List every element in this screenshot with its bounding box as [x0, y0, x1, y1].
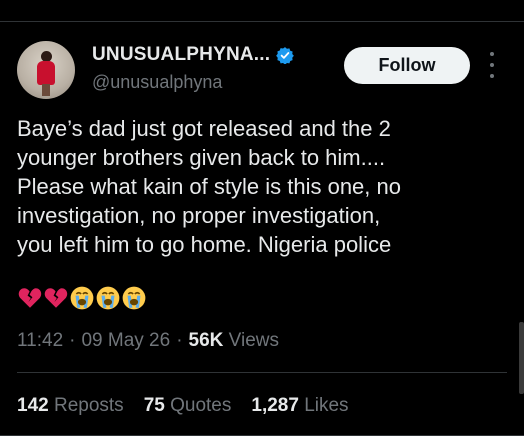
tweet-text: Baye’s dad just got released and the 2 y… [17, 116, 401, 257]
meta-separator: · [69, 330, 76, 351]
crying-face-icon [122, 286, 146, 310]
tweet-date[interactable]: 09 May 26 [81, 330, 170, 352]
likes-label: Likes [304, 395, 349, 416]
broken-heart-icon [44, 288, 68, 308]
likes-stat[interactable]: 1,287 Likes [251, 395, 348, 417]
verified-badge-icon [276, 47, 295, 64]
author-handle[interactable]: @unusualphyna [92, 72, 222, 93]
top-divider [0, 21, 524, 22]
crying-face-icon [70, 286, 94, 310]
views-stat[interactable]: 56K Views [189, 330, 279, 352]
tweet-meta: 11:42 · 09 May 26 · 56K Views [17, 330, 279, 352]
reposts-stat[interactable]: 142 Reposts [17, 395, 124, 417]
more-dot [490, 74, 494, 78]
author-name-row: UNUSUALPHYNA... [92, 44, 295, 66]
reposts-label: Reposts [53, 395, 124, 416]
quotes-count: 75 [143, 395, 165, 416]
crying-face-icon [96, 286, 120, 310]
avatar-figure-legs [42, 84, 50, 96]
broken-heart-icon [18, 288, 42, 308]
meta-separator: · [176, 330, 183, 351]
stats-divider [17, 372, 507, 373]
scrollbar[interactable] [519, 322, 524, 394]
tweet-emoji-row [17, 285, 147, 311]
avatar[interactable] [17, 41, 75, 99]
author-display-name[interactable]: UNUSUALPHYNA... [92, 44, 270, 66]
more-dot [490, 52, 494, 56]
engagement-stats: 142 Reposts 75 Quotes 1,287 Likes [17, 395, 349, 417]
more-options-icon[interactable] [484, 52, 500, 78]
likes-count: 1,287 [251, 395, 299, 416]
reposts-count: 142 [17, 395, 49, 416]
follow-button[interactable]: Follow [344, 47, 470, 84]
quotes-label: Quotes [170, 395, 232, 416]
avatar-figure-dress [37, 61, 55, 85]
quotes-stat[interactable]: 75 Quotes [144, 395, 232, 417]
more-dot [490, 63, 494, 67]
tweet-time[interactable]: 11:42 [17, 330, 63, 352]
views-count: 56K [188, 330, 224, 351]
views-label: Views [228, 330, 280, 351]
